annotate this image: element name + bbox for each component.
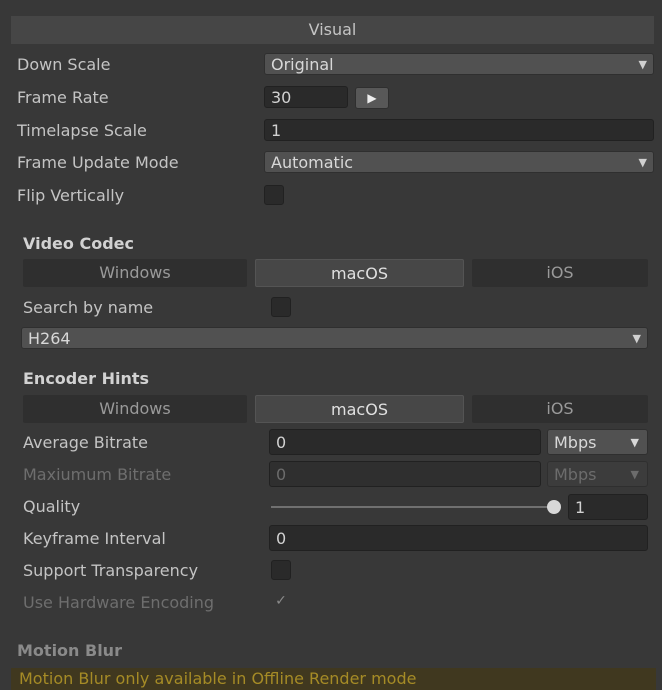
chevron-down-icon: ▼	[638, 58, 647, 71]
timelapse-scale-field[interactable]: 1	[264, 119, 654, 141]
quality-slider-track[interactable]	[271, 506, 554, 508]
down-scale-dropdown[interactable]: Original ▼	[264, 53, 654, 75]
quality-slider-thumb[interactable]	[547, 500, 561, 514]
keyframe-interval-field[interactable]: 0	[269, 525, 648, 551]
maximum-bitrate-unit-dropdown: Mbps ▼	[547, 461, 648, 487]
down-scale-value: Original	[271, 55, 334, 74]
keyframe-interval-label: Keyframe Interval	[23, 529, 166, 548]
frame-rate-label: Frame Rate	[17, 88, 109, 107]
quality-label: Quality	[23, 497, 81, 516]
frame-update-mode-label: Frame Update Mode	[17, 153, 179, 172]
flip-vertically-label: Flip Vertically	[17, 186, 125, 205]
average-bitrate-unit: Mbps	[554, 433, 597, 452]
chevron-down-icon: ▼	[632, 332, 641, 345]
chevron-down-icon: ▼	[630, 468, 639, 481]
support-transparency-label: Support Transparency	[23, 561, 199, 580]
quality-field[interactable]: 1	[568, 494, 648, 520]
chevron-down-icon: ▼	[630, 436, 639, 449]
average-bitrate-unit-dropdown[interactable]: Mbps ▼	[547, 429, 648, 455]
maximum-bitrate-field: 0	[269, 461, 541, 487]
play-icon: ▶	[367, 91, 377, 105]
codec-value: H264	[28, 329, 71, 348]
use-hardware-encoding-label: Use Hardware Encoding	[23, 593, 215, 612]
tab-codec-windows[interactable]: Windows	[23, 259, 247, 287]
search-by-name-label: Search by name	[23, 298, 154, 317]
check-icon: ✓	[275, 593, 287, 609]
video-codec-title: Video Codec	[23, 234, 134, 253]
support-transparency-checkbox[interactable]	[271, 560, 291, 580]
encoder-hints-title: Encoder Hints	[23, 369, 149, 388]
down-scale-label: Down Scale	[17, 55, 111, 74]
search-by-name-checkbox[interactable]	[271, 297, 291, 317]
maximum-bitrate-label: Maxiumum Bitrate	[23, 465, 172, 484]
average-bitrate-field[interactable]: 0	[269, 429, 541, 455]
motion-blur-title: Motion Blur	[17, 641, 122, 660]
timelapse-scale-label: Timelapse Scale	[17, 121, 147, 140]
tab-codec-ios[interactable]: iOS	[472, 259, 648, 287]
chevron-down-icon: ▼	[638, 156, 647, 169]
tab-hints-windows[interactable]: Windows	[23, 395, 247, 423]
tab-hints-ios[interactable]: iOS	[472, 395, 648, 423]
maximum-bitrate-unit: Mbps	[554, 465, 597, 484]
motion-blur-warning: Motion Blur only available in Offline Re…	[11, 668, 656, 690]
frame-update-mode-dropdown[interactable]: Automatic ▼	[264, 151, 654, 173]
tab-hints-macos[interactable]: macOS	[255, 395, 464, 423]
flip-vertically-checkbox[interactable]	[264, 185, 284, 205]
average-bitrate-label: Average Bitrate	[23, 433, 148, 452]
section-header-visual[interactable]: Visual	[11, 16, 654, 44]
play-button[interactable]: ▶	[355, 87, 389, 109]
frame-rate-field[interactable]: 30	[264, 86, 348, 108]
frame-update-mode-value: Automatic	[271, 153, 354, 172]
tab-codec-macos[interactable]: macOS	[255, 259, 464, 287]
codec-dropdown[interactable]: H264 ▼	[21, 327, 648, 349]
